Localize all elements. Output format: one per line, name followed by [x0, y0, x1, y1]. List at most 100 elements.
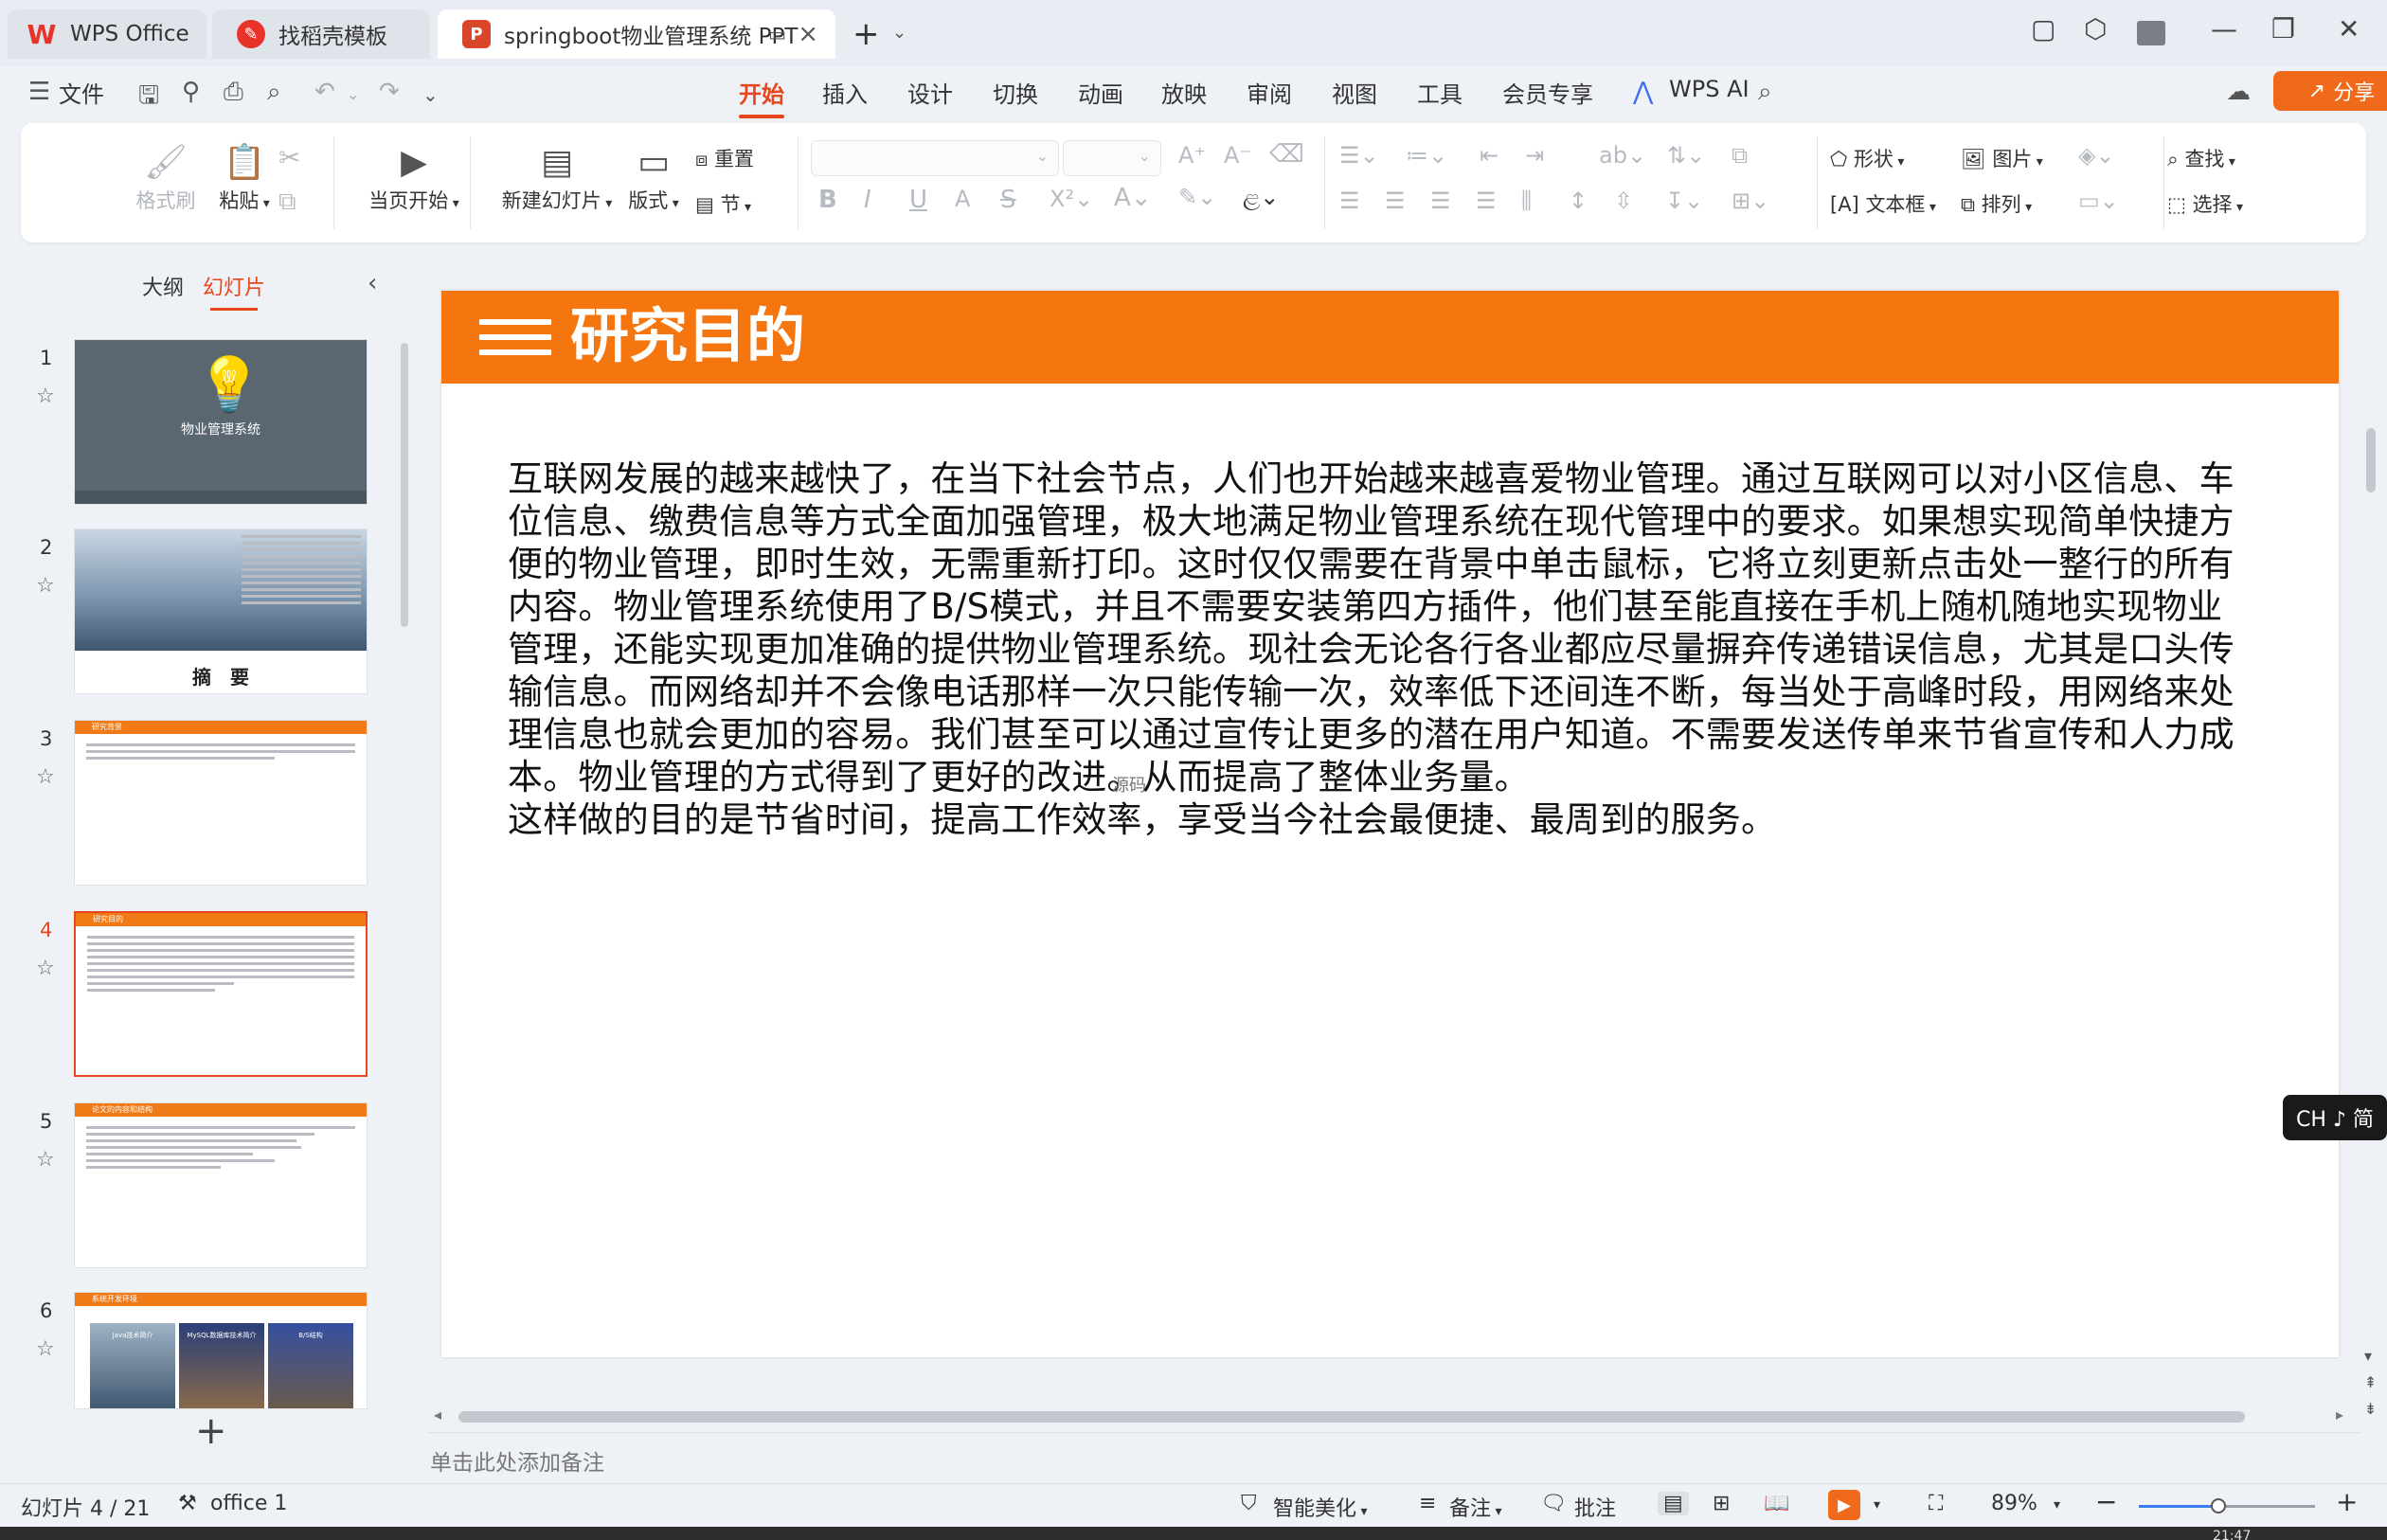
format-painter-button[interactable]: 🖌 格式刷: [123, 140, 208, 214]
tab-wps-office[interactable]: W WPS Office: [8, 9, 206, 59]
line-spacing-icon[interactable]: ↕: [1569, 188, 1588, 214]
layout-button[interactable]: ▭ 版式 ▾: [616, 140, 691, 214]
file-menu[interactable]: 文件: [59, 76, 104, 109]
menu-tab-tools[interactable]: 工具: [1417, 76, 1463, 109]
scroll-down-icon[interactable]: ▾: [2364, 1347, 2372, 1365]
scroll-left-icon[interactable]: ◂: [434, 1406, 441, 1424]
paste-button[interactable]: 📋 粘贴 ▾: [206, 140, 282, 214]
notes-area[interactable]: 单击此处添加备注: [428, 1432, 2360, 1481]
slide-canvas[interactable]: 研究目的 互联网发展的越来越快了，在当下社会节点，人们也开始越来越喜爱物业管理。…: [441, 291, 2339, 1357]
fill-icon[interactable]: ◈⌄: [2078, 142, 2115, 169]
textbox-button[interactable]: [A] 文本框 ▾: [1830, 189, 1936, 218]
theme-name[interactable]: office 1: [210, 1492, 287, 1515]
justify-icon[interactable]: ☰: [1476, 188, 1497, 214]
char-spacing-icon[interactable]: ab⌄: [1599, 142, 1646, 169]
add-slide-icon[interactable]: +: [195, 1409, 227, 1453]
maximize-icon[interactable]: ❐: [2271, 13, 2295, 45]
star-icon[interactable]: ☆: [36, 574, 55, 598]
horizontal-scrollbar[interactable]: [458, 1411, 2245, 1423]
cloud-icon[interactable]: ☁: [2226, 78, 2251, 106]
arrange-button[interactable]: ⧉ 排列 ▾: [1961, 189, 2032, 218]
slide-sorter-icon[interactable]: ⊞: [1713, 1492, 1730, 1515]
tab-slides[interactable]: 幻灯片: [203, 271, 265, 311]
new-slide-button[interactable]: ▤ 新建幻灯片 ▾: [481, 140, 633, 214]
vertical-scrollbar[interactable]: [2366, 428, 2376, 492]
slide-thumbnail-5[interactable]: 论文的内容和结构: [74, 1102, 368, 1268]
wps-ai-button[interactable]: WPS AI: [1669, 76, 1750, 102]
chevron-down-icon[interactable]: ▾: [1874, 1497, 1880, 1513]
text-direction-icon[interactable]: ⇅⌄: [1667, 142, 1705, 169]
align-right-icon[interactable]: ☰: [1430, 188, 1451, 214]
align-left-icon[interactable]: ☰: [1339, 188, 1360, 214]
share-link-icon[interactable]: ⚲: [182, 78, 200, 106]
menu-tab-review[interactable]: 审阅: [1247, 76, 1292, 109]
paragraph-spacing-icon[interactable]: ⇳: [1614, 188, 1633, 214]
minimize-icon[interactable]: —: [2211, 13, 2237, 45]
zoom-level[interactable]: 89%: [1991, 1492, 2037, 1515]
bold-icon[interactable]: B: [818, 186, 837, 214]
chevron-down-icon[interactable]: ▾: [2054, 1497, 2060, 1513]
increase-indent-icon[interactable]: ⇥: [1525, 142, 1544, 169]
bullet-list-icon[interactable]: ☰⌄: [1339, 142, 1379, 169]
star-icon[interactable]: ☆: [36, 1337, 55, 1361]
clear-format-icon[interactable]: ⌫: [1269, 140, 1304, 169]
superscript-icon[interactable]: X²⌄: [1050, 186, 1093, 212]
font-size-select[interactable]: ⌄: [1063, 140, 1161, 176]
more-quick-access-icon[interactable]: ⌄: [422, 83, 439, 106]
window-mode-icon[interactable]: ▢: [2031, 13, 2055, 45]
close-tab-icon[interactable]: ×: [798, 20, 818, 48]
chevron-down-icon[interactable]: ⌄: [892, 23, 906, 43]
search-icon[interactable]: ⌕: [1758, 78, 1772, 107]
play-from-current-button[interactable]: ▶ 当页开始 ▾: [343, 140, 485, 214]
vertical-align-icon[interactable]: ↧⌄: [1665, 188, 1703, 214]
reading-view-icon[interactable]: 📖: [1764, 1492, 1789, 1515]
cube-icon[interactable]: ⬡: [2084, 13, 2107, 45]
undo-dropdown-icon[interactable]: ⌄: [347, 85, 359, 103]
underline-icon[interactable]: U: [909, 186, 927, 214]
star-icon[interactable]: ☆: [36, 957, 55, 980]
print-icon[interactable]: ⎙: [224, 78, 243, 107]
notes-button[interactable]: 备注 ▾: [1449, 1492, 1502, 1522]
menu-tab-slideshow[interactable]: 放映: [1161, 76, 1207, 109]
close-window-icon[interactable]: ✕: [2338, 13, 2360, 45]
zoom-out-icon[interactable]: −: [2095, 1486, 2117, 1517]
star-icon[interactable]: ☆: [36, 765, 55, 789]
star-icon[interactable]: ☆: [36, 385, 55, 408]
picture-button[interactable]: 🖼 图片 ▾: [1961, 144, 2043, 172]
outline-icon[interactable]: ▭⌄: [2078, 188, 2119, 214]
decrease-indent-icon[interactable]: ⇤: [1480, 142, 1499, 169]
phonetic-icon[interactable]: ළ⌄: [1243, 184, 1279, 210]
wps-ai-icon[interactable]: ⋀: [1633, 78, 1653, 106]
select-button[interactable]: ⬚ 选择 ▾: [2167, 189, 2243, 218]
tab-outline[interactable]: 大纲: [142, 271, 184, 301]
tab-daoke-templates[interactable]: ✎ 找稻壳模板: [212, 9, 430, 59]
align-center-icon[interactable]: ☰: [1385, 188, 1406, 214]
ime-indicator[interactable]: CH ♪ 简: [2283, 1095, 2387, 1140]
slide-title[interactable]: 研究目的: [570, 298, 805, 374]
redo-icon[interactable]: ↷: [379, 78, 400, 106]
shadow-text-icon[interactable]: A: [955, 186, 970, 212]
normal-view-icon[interactable]: ▤: [1658, 1492, 1689, 1515]
hamburger-icon[interactable]: ☰: [28, 78, 50, 106]
font-color-icon[interactable]: A⌄: [1114, 184, 1152, 212]
menu-tab-animation[interactable]: 动画: [1078, 76, 1123, 109]
slide-thumbnail-6[interactable]: 系统开发环境 Java技术简介 MySQL数据库技术简介 B/S结构: [74, 1292, 368, 1409]
zoom-in-icon[interactable]: +: [2336, 1486, 2358, 1517]
menu-tab-view[interactable]: 视图: [1332, 76, 1377, 109]
prev-slide-icon[interactable]: ⇞: [2364, 1373, 2377, 1391]
highlight-icon[interactable]: ✎⌄: [1178, 184, 1216, 210]
convert-smartart-icon[interactable]: ⧉: [1732, 142, 1748, 169]
panel-scrollbar[interactable]: [401, 343, 408, 627]
cut-icon[interactable]: ✂: [278, 142, 300, 173]
menu-tab-design[interactable]: 设计: [907, 76, 953, 109]
chevron-left-icon[interactable]: ‹: [368, 269, 377, 297]
italic-icon[interactable]: I: [864, 186, 871, 214]
slide-thumbnail-3[interactable]: 研究背景: [74, 720, 368, 886]
strikethrough-icon[interactable]: S: [1000, 186, 1016, 214]
slide-thumbnail-4[interactable]: 研究目的: [74, 911, 368, 1077]
smart-beautify-button[interactable]: 智能美化 ▾: [1273, 1492, 1368, 1522]
menu-tab-insert[interactable]: 插入: [822, 76, 868, 109]
star-icon[interactable]: ☆: [36, 1148, 55, 1172]
menu-tab-home[interactable]: 开始: [739, 76, 784, 118]
tab-current-document[interactable]: P springboot物业管理系统 PPT ▭ ×: [438, 9, 835, 59]
